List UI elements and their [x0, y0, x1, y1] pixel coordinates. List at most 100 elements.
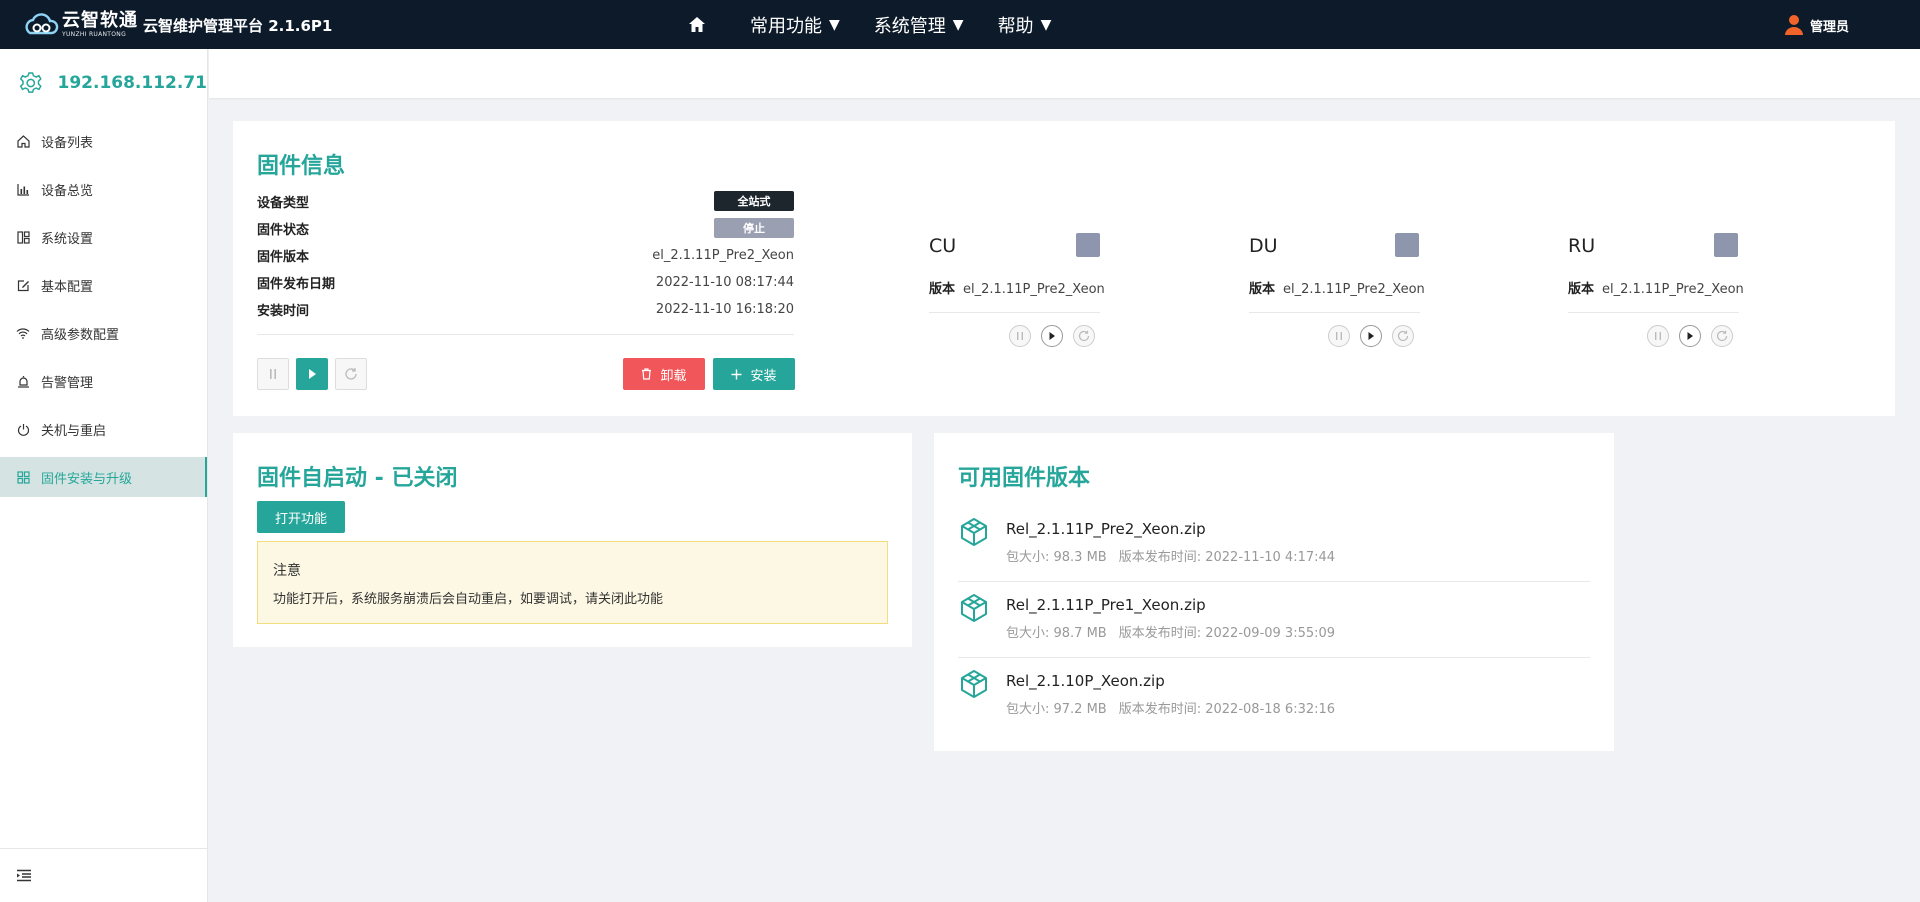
plus-icon — [731, 369, 742, 380]
app-title: 云智维护管理平台 2.1.6P1 — [143, 17, 333, 35]
version-label: 版本 — [1568, 282, 1595, 297]
row-value: 2022-11-10 16:18:20 — [655, 301, 794, 317]
version-size: 包大小: 98.3 MB — [1006, 550, 1107, 565]
sidebar-item-label: 关机与重启 — [41, 423, 107, 439]
row-value: el_2.1.11P_Pre2_Xeon — [652, 247, 794, 263]
version-meta: 包大小: 98.3 MB 版本发布时间: 2022-11-10 4:17:44 — [1006, 546, 1335, 565]
firmware-info-card: 固件信息 设备类型 全站式 固件状态 停止 固件版本 el_2.1.11P_Pr… — [233, 121, 1895, 416]
sidebar-item-label: 设备列表 — [41, 135, 94, 151]
sidebar-item-firmware-upgrade[interactable]: 固件安装与升级 — [0, 457, 207, 497]
firmware-info-title: 固件信息 — [257, 154, 346, 179]
notice-body: 功能打开后，系统服务崩溃后会自动重启，如要调试，请关闭此功能 — [273, 592, 664, 607]
divider — [1568, 312, 1739, 313]
pause-icon — [1336, 332, 1342, 340]
nav-help[interactable]: 帮助 ▼ — [998, 12, 1052, 38]
grid-icon — [16, 230, 30, 244]
component-version: 版本 el_2.1.11P_Pre2_Xeon — [1249, 278, 1425, 297]
version-file-name[interactable]: Rel_2.1.11P_Pre1_Xeon.zip — [1006, 596, 1206, 614]
restart-button[interactable] — [335, 358, 367, 390]
sidebar-item-label: 高级参数配置 — [41, 327, 120, 343]
enable-autostart-button[interactable]: 打开功能 — [257, 501, 345, 533]
row-key: 设备类型 — [257, 195, 310, 211]
pause-icon — [1017, 332, 1023, 340]
row-key: 安装时间 — [257, 303, 310, 319]
version-size: 包大小: 97.2 MB — [1006, 702, 1107, 717]
version-file-name[interactable]: Rel_2.1.11P_Pre2_Xeon.zip — [1006, 520, 1206, 538]
nav-home-button[interactable] — [686, 14, 708, 36]
version-list-item[interactable]: Rel_2.1.11P_Pre2_Xeon.zip 包大小: 98.3 MB 版本… — [958, 506, 1590, 582]
divider — [257, 334, 794, 335]
component-restart-button[interactable] — [1392, 325, 1414, 347]
device-settings-icon — [19, 72, 42, 93]
firmware-row-device-type: 设备类型 全站式 — [257, 190, 794, 212]
component-start-button[interactable] — [1679, 325, 1701, 347]
caret-down-icon: ▼ — [952, 16, 964, 33]
sidebar-item-alarm-management[interactable]: 告警管理 — [0, 361, 207, 401]
status-badge: 停止 — [714, 218, 794, 238]
caret-down-icon: ▼ — [1040, 16, 1052, 33]
component-start-button[interactable] — [1041, 325, 1063, 347]
start-button[interactable] — [296, 358, 328, 390]
install-label: 安装 — [750, 368, 777, 384]
component-start-button[interactable] — [1360, 325, 1382, 347]
pause-button[interactable] — [257, 358, 289, 390]
nav-system-management[interactable]: 系统管理 ▼ — [874, 12, 964, 38]
play-icon — [1687, 332, 1693, 340]
user-icon — [1785, 15, 1803, 35]
component-name: DU — [1249, 235, 1278, 257]
home-icon — [16, 134, 30, 148]
sidebar-item-basic-config[interactable]: 基本配置 — [0, 265, 207, 305]
component-restart-button[interactable] — [1711, 325, 1733, 347]
component-version: 版本 el_2.1.11P_Pre2_Xeon — [1568, 278, 1744, 297]
component-pause-button[interactable] — [1647, 325, 1669, 347]
logo-text-cn: 云智软通 — [62, 10, 138, 31]
package-cube-icon — [961, 670, 987, 698]
refresh-icon — [1716, 330, 1728, 342]
version-size: 包大小: 98.7 MB — [1006, 626, 1107, 641]
sidebar-item-advanced-config[interactable]: 高级参数配置 — [0, 313, 207, 353]
sidebar-collapse-button[interactable] — [0, 848, 208, 902]
sidebar-item-system-settings[interactable]: 系统设置 — [0, 217, 207, 257]
brand-logo[interactable]: 云智软通 YUNZHI RUANTONG — [24, 10, 138, 40]
sidebar-menu: 设备列表 设备总览 系统设置 基本配置 高级参数配置 告警管理 关机与重启 固件… — [0, 121, 207, 497]
version-file-name[interactable]: Rel_2.1.10P_Xeon.zip — [1006, 672, 1165, 690]
nav-label: 帮助 — [997, 15, 1034, 37]
component-name: CU — [929, 235, 957, 257]
row-value: 2022-11-10 08:17:44 — [655, 274, 794, 290]
uninstall-button[interactable]: 卸载 — [623, 358, 705, 390]
version-label: 版本 — [929, 282, 956, 297]
refresh-icon — [345, 368, 357, 380]
install-button[interactable]: 安装 — [713, 358, 795, 390]
user-menu[interactable]: 管理员 — [1784, 14, 1849, 36]
row-key: 固件版本 — [257, 249, 310, 265]
sidebar-item-label: 设备总览 — [41, 183, 94, 199]
user-name: 管理员 — [1810, 19, 1850, 35]
autostart-title: 固件自启动 - 已关闭 — [257, 466, 458, 491]
nav-common-functions[interactable]: 常用功能 ▼ — [750, 12, 840, 38]
available-versions-title: 可用固件版本 — [958, 466, 1091, 491]
pause-icon — [270, 369, 276, 379]
version-meta: 包大小: 98.7 MB 版本发布时间: 2022-09-09 3:55:09 — [1006, 622, 1335, 641]
trash-icon — [641, 368, 652, 380]
bar-chart-icon — [16, 182, 30, 196]
sidebar-item-shutdown-restart[interactable]: 关机与重启 — [0, 409, 207, 449]
firmware-row-status: 固件状态 停止 — [257, 217, 794, 239]
main-nav: 常用功能 ▼ 系统管理 ▼ 帮助 ▼ — [686, 0, 1085, 49]
device-type-badge: 全站式 — [714, 191, 794, 211]
component-restart-button[interactable] — [1073, 325, 1095, 347]
version-value: el_2.1.11P_Pre2_Xeon — [1602, 282, 1744, 297]
apps-icon — [16, 470, 30, 484]
version-list-item[interactable]: Rel_2.1.10P_Xeon.zip 包大小: 97.2 MB 版本发布时间:… — [958, 658, 1590, 734]
version-date: 版本发布时间: 2022-09-09 3:55:09 — [1118, 626, 1336, 641]
component-pause-button[interactable] — [1328, 325, 1350, 347]
component-pause-button[interactable] — [1009, 325, 1031, 347]
sidebar-item-device-list[interactable]: 设备列表 — [0, 121, 207, 161]
firmware-row-version: 固件版本 el_2.1.11P_Pre2_Xeon — [257, 244, 794, 266]
content-header — [209, 49, 1920, 98]
sidebar-item-label: 告警管理 — [41, 375, 94, 391]
sidebar-item-device-overview[interactable]: 设备总览 — [0, 169, 207, 209]
device-header: 192.168.112.71 — [0, 49, 207, 117]
version-date: 版本发布时间: 2022-08-18 6:32:16 — [1118, 702, 1336, 717]
sidebar-item-label: 基本配置 — [41, 279, 94, 295]
version-list-item[interactable]: Rel_2.1.11P_Pre1_Xeon.zip 包大小: 98.7 MB 版本… — [958, 582, 1590, 658]
